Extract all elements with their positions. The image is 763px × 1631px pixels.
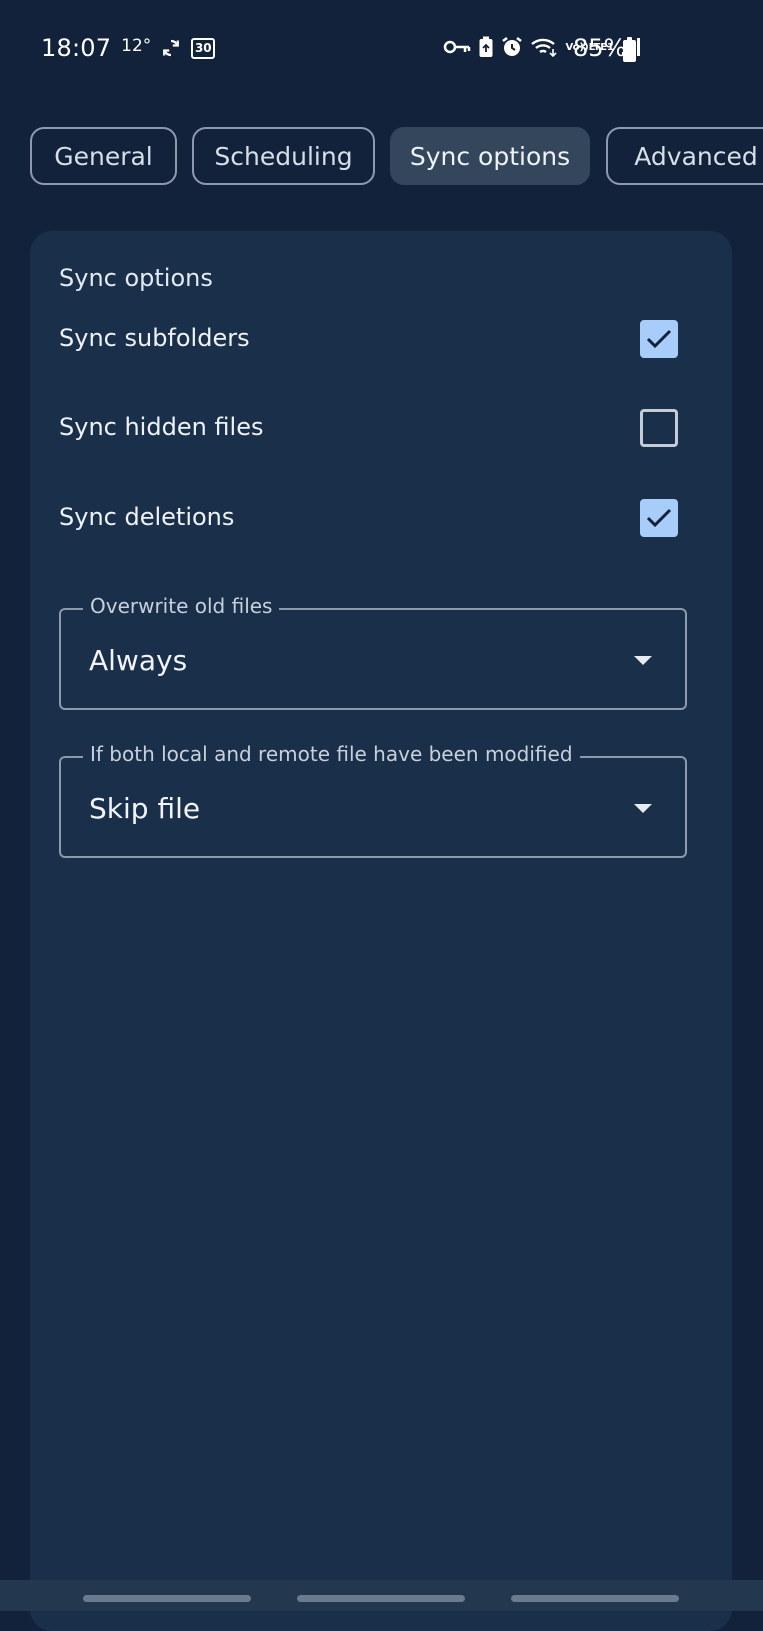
sync-icon (161, 38, 181, 58)
battery-icon (623, 37, 636, 62)
status-bar: 18:07 12° 30 Vo)) LTE1 85% (0, 0, 763, 100)
conflict-resolution-dropdown[interactable]: If both local and remote file have been … (59, 742, 687, 858)
nav-recents-pill[interactable] (83, 1595, 251, 1602)
sync-subfolders-label: Sync subfolders (59, 324, 250, 352)
sync-deletions-row[interactable]: Sync deletions (30, 489, 732, 549)
overwrite-old-files-value: Always (89, 644, 188, 677)
nav-home-pill[interactable] (297, 1595, 465, 1602)
sync-deletions-checkbox[interactable] (640, 499, 678, 537)
tab-general[interactable]: General (30, 127, 177, 185)
navigation-bar (0, 1580, 763, 1611)
overwrite-old-files-label: Overwrite old files (83, 594, 280, 618)
sync-hidden-files-row[interactable]: Sync hidden files (30, 399, 732, 459)
status-temperature: 12° (121, 36, 152, 56)
sync-deletions-label: Sync deletions (59, 503, 235, 531)
conflict-resolution-value: Skip file (89, 792, 201, 825)
tab-advanced[interactable]: Advanced (606, 127, 763, 185)
section-title: Sync options (59, 264, 213, 292)
overwrite-old-files-dropdown[interactable]: Overwrite old files Always (59, 594, 687, 710)
sync-options-card: Sync options Sync subfolders Sync hidden… (30, 231, 732, 1631)
sync-subfolders-checkbox[interactable] (640, 320, 678, 358)
calendar-icon: 30 (191, 37, 216, 59)
wifi-icon (530, 37, 558, 57)
alarm-icon (501, 36, 523, 58)
tab-sync-options[interactable]: Sync options (390, 127, 590, 185)
dropdown-arrow-icon (634, 656, 652, 665)
sync-hidden-files-checkbox[interactable] (640, 409, 678, 447)
status-time: 18:07 (41, 34, 112, 62)
battery-percent: 85% (573, 34, 627, 62)
vpn-key-icon (443, 39, 471, 55)
battery-saver-icon (478, 36, 494, 58)
sync-hidden-files-label: Sync hidden files (59, 413, 264, 441)
dropdown-arrow-icon (634, 804, 652, 813)
tab-bar: General Scheduling Sync options Advanced (0, 127, 763, 187)
checkmark-icon (646, 329, 672, 349)
nav-back-pill[interactable] (511, 1595, 679, 1602)
checkmark-icon (646, 508, 672, 528)
conflict-resolution-label: If both local and remote file have been … (83, 742, 580, 766)
tab-scheduling[interactable]: Scheduling (192, 127, 375, 185)
sync-subfolders-row[interactable]: Sync subfolders (30, 310, 732, 370)
